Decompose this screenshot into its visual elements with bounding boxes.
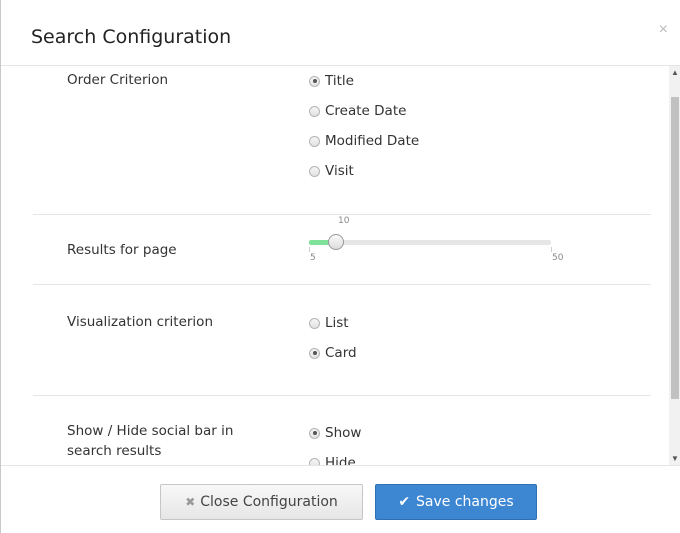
scroll-down-icon[interactable]: ▼ [669,452,680,465]
order-option-title[interactable]: Title [309,71,354,91]
radio-button[interactable] [309,105,320,117]
radio-button[interactable] [309,457,320,465]
slider-max-label: 50 [552,253,564,263]
checkmark-icon: ✔ [398,494,411,510]
dialog-footer: ✖ Close Configuration ✔ Save changes [1,466,680,533]
order-option-create-date[interactable]: Create Date [309,101,406,121]
radio-label: Create Date [325,103,407,119]
dialog-title: Search Configuration [31,26,232,48]
close-configuration-label: Close Configuration [200,494,338,510]
close-icon[interactable]: × [659,22,668,38]
social-option-hide[interactable]: Hide [309,453,356,466]
radio-label: List [325,315,349,331]
visualization-criterion-label: Visualization criterion [67,314,214,330]
dialog-header: Search Configuration × [1,0,680,66]
social-bar-label-line2: search results [67,443,162,459]
social-bar-label-line1: Show / Hide social bar in [67,423,234,439]
slider-max-tick [551,247,552,252]
radio-label: Title [325,73,354,89]
order-option-modified-date[interactable]: Modified Date [309,131,419,151]
radio-label: Card [325,345,357,361]
scroll-thumb[interactable] [671,97,679,399]
order-option-visit[interactable]: Visit [309,161,354,181]
slider-min-tick [309,247,310,252]
visualization-section [33,284,651,396]
radio-button[interactable] [309,347,320,359]
results-slider[interactable] [309,234,551,250]
results-per-page-label: Results for page [67,242,177,258]
radio-button[interactable] [309,135,320,147]
social-bar-label: Show / Hide social bar in search results [67,421,233,461]
radio-label: Modified Date [325,133,420,149]
vertical-scrollbar[interactable]: ▲ ▼ [669,66,680,465]
visualization-option-list[interactable]: List [309,313,349,333]
radio-button[interactable] [309,165,320,177]
order-criterion-label: Order Criterion [67,72,169,88]
scroll-up-icon[interactable]: ▲ [669,66,680,80]
search-configuration-dialog: Search Configuration × Order Criterion T… [0,0,680,533]
save-changes-label: Save changes [416,494,514,510]
dialog-body[interactable]: Order Criterion Title Create Date Modifi… [1,66,680,466]
radio-button[interactable] [309,75,320,87]
social-option-show[interactable]: Show [309,423,361,443]
radio-button[interactable] [309,427,320,439]
slider-min-label: 5 [310,253,316,263]
radio-label: Show [325,425,362,441]
radio-label: Visit [325,163,354,179]
slider-handle[interactable] [327,234,344,250]
close-configuration-button[interactable]: ✖ Close Configuration [160,484,363,520]
close-icon: ✖ [185,495,196,509]
visualization-option-card[interactable]: Card [309,343,357,363]
radio-button[interactable] [309,317,320,329]
slider-value-label: 10 [338,216,350,226]
save-changes-button[interactable]: ✔ Save changes [375,484,537,520]
radio-label: Hide [325,455,356,466]
